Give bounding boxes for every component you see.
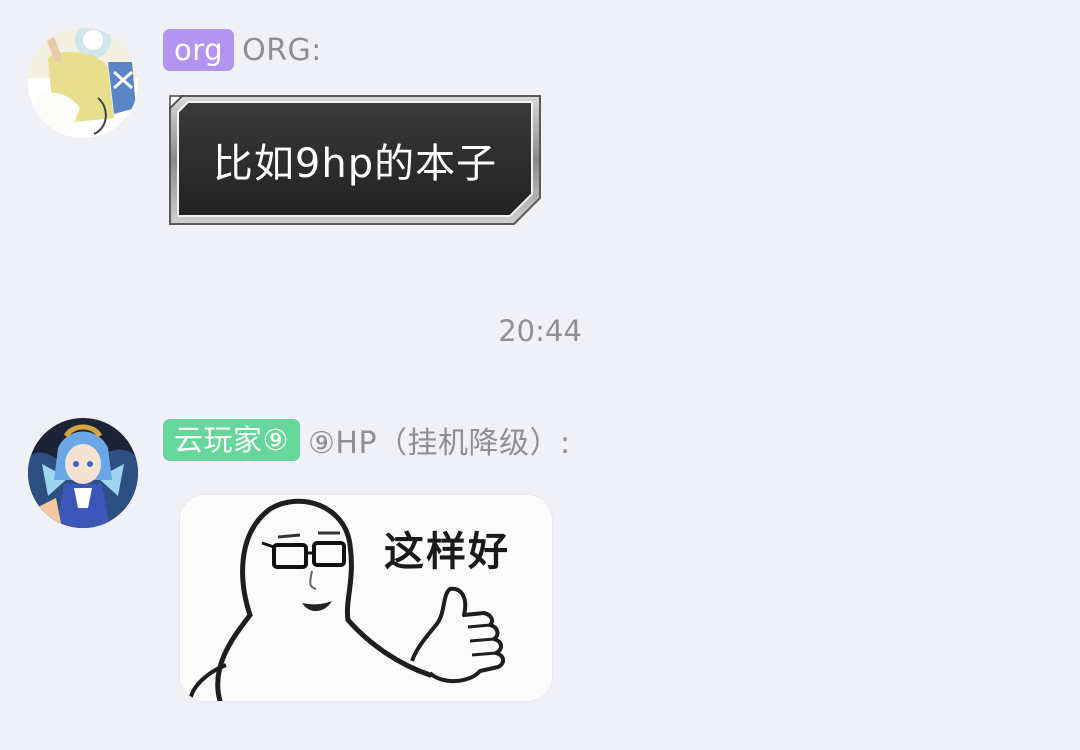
chat-view: org ORG: 比如9hp的本子 20:44 云玩家⑨ ⑨HP（挂机降级）: … xyxy=(0,0,1080,750)
sender-avatar[interactable] xyxy=(28,28,138,138)
message-header: 云玩家⑨ ⑨HP（挂机降级）: xyxy=(163,418,571,462)
member-title-badge: 云玩家⑨ xyxy=(163,419,300,461)
sender-name[interactable]: ORG: xyxy=(242,33,322,68)
avatar-image xyxy=(28,418,138,528)
message-bubble[interactable]: 比如9hp的本子 xyxy=(168,94,542,226)
message-header: org ORG: xyxy=(163,28,322,72)
sender-name[interactable]: ⑨HP（挂机降级）: xyxy=(308,418,571,462)
message-text: 比如9hp的本子 xyxy=(212,141,498,187)
sender-avatar[interactable] xyxy=(28,418,138,528)
sticker-caption: 这样好 xyxy=(384,528,510,575)
avatar-image xyxy=(28,28,138,138)
member-title-badge: org xyxy=(163,29,235,71)
message-timestamp: 20:44 xyxy=(498,314,582,348)
sticker-image[interactable]: 这样好 xyxy=(179,494,553,702)
